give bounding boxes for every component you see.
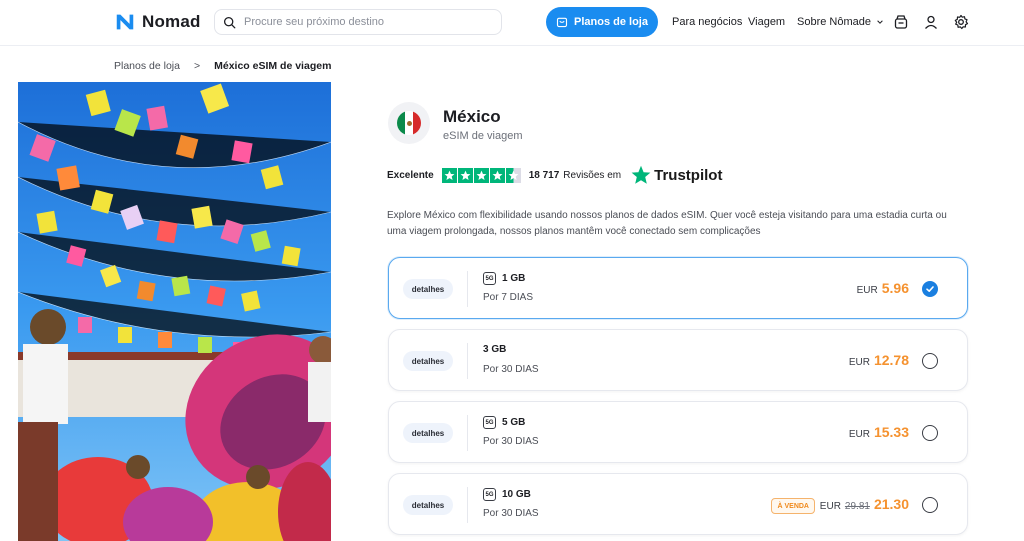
currency-label: EUR [819,501,841,512]
details-button[interactable]: detalhes [403,351,453,371]
plan-data-amount: 3 GB [483,344,507,355]
destination-title: México [443,107,501,126]
plan-price: EUR 15.33 [849,424,909,440]
store-plans-button[interactable]: Planos de loja [546,7,658,37]
plan-radio[interactable] [922,353,938,369]
mexico-flag-icon [397,111,421,135]
plan-data: 5G 1 GB [483,272,525,285]
destination-hero-image [18,82,331,541]
star-icon [441,167,457,183]
divider [467,415,468,451]
plan-price: EUR 12.78 [849,352,909,368]
details-button[interactable]: detalhes [403,423,453,443]
user-icon[interactable] [923,14,939,30]
plan-period: Por 30 DIAS [483,508,539,519]
breadcrumb: Planos de loja > México eSIM de viagem [114,60,331,72]
search-bar[interactable] [214,9,502,35]
plan-card-3gb[interactable]: detalhes 3 GB Por 30 DIAS EUR 12.78 [388,329,968,391]
nav-about-label: Sobre Nômade [797,16,871,28]
top-header: Nomad Planos de loja Para negócios Viage… [0,0,1024,46]
store-bag-icon[interactable] [893,14,909,30]
currency-label: EUR [848,429,870,440]
5g-icon: 5G [483,416,496,429]
plan-data-amount: 1 GB [502,273,526,284]
destination-subtitle: eSIM de viagem [443,130,523,142]
details-button[interactable]: detalhes [403,495,453,515]
plan-period: Por 7 DIAS [483,292,534,303]
plan-data: 5G 10 GB [483,488,531,501]
chevron-down-icon [877,20,883,24]
store-plans-label: Planos de loja [574,16,648,28]
breadcrumb-parent-link[interactable]: Planos de loja [114,60,180,72]
divider [467,487,468,523]
brand-name: Nomad [142,12,201,31]
old-price: 29.81 [844,501,870,512]
divider [467,271,468,307]
sale-badge: À VENDA [771,498,815,514]
plan-radio[interactable] [922,425,938,441]
plan-card-10gb[interactable]: detalhes 5G 10 GB Por 30 DIAS À VENDA EU… [388,473,968,535]
5g-icon: 5G [483,488,496,501]
breadcrumb-separator: > [193,60,201,72]
plan-period: Por 30 DIAS [483,364,539,375]
destination-description: Explore México com flexibilidade usando … [387,210,947,237]
nav-travel-link[interactable]: Viagem [748,16,785,28]
star-icon [457,167,473,183]
search-icon [223,16,236,28]
price-amount: 15.33 [873,424,909,440]
trustpilot-label: Trustpilot [654,166,723,184]
price-amount: 21.30 [873,496,909,512]
plan-price: EUR 29.81 21.30 [820,496,909,512]
plan-data: 5G 5 GB [483,416,525,429]
mexico-flag-badge [388,102,430,144]
star-icon [489,167,505,183]
trustpilot-star-icon [631,165,651,184]
trustpilot-rating[interactable]: Excelente 18 717 Revisões em Trustpilot [387,165,722,185]
plan-radio[interactable] [922,497,938,513]
price-amount: 12.78 [873,352,909,368]
details-button[interactable]: detalhes [403,279,453,299]
nav-business-link[interactable]: Para negócios [672,16,742,28]
star-icon [473,167,489,183]
review-count: 18 717 [528,169,560,181]
plan-price: EUR 5.96 [857,280,909,296]
nav-about-dropdown[interactable]: Sobre Nômade [797,16,884,28]
currency-label: EUR [848,357,870,368]
breadcrumb-current: México eSIM de viagem [214,60,332,72]
plan-radio-checked[interactable] [922,281,938,297]
5g-icon: 5G [483,272,496,285]
nomad-logo[interactable]: Nomad [114,10,201,34]
plan-data-amount: 5 GB [502,417,526,428]
plan-data-amount: 10 GB [502,489,531,500]
store-icon [556,17,568,28]
check-icon [926,286,934,292]
gear-icon[interactable] [953,14,969,30]
plan-card-1gb[interactable]: detalhes 5G 1 GB Por 7 DIAS EUR 5.96 [388,257,968,319]
plan-card-5gb[interactable]: detalhes 5G 5 GB Por 30 DIAS EUR 15.33 [388,401,968,463]
rating-stars [441,167,521,183]
trustpilot-logo[interactable]: Trustpilot [631,165,722,185]
nomad-logo-icon [116,14,134,30]
rating-label: Excelente [387,169,434,181]
currency-label: EUR [856,285,878,296]
divider [467,343,468,379]
price-amount: 5.96 [881,280,909,296]
plan-period: Por 30 DIAS [483,436,539,447]
search-input[interactable] [244,16,484,28]
plan-data: 3 GB [483,344,506,355]
review-text: Revisões em [563,169,622,181]
half-star-icon [505,167,521,183]
